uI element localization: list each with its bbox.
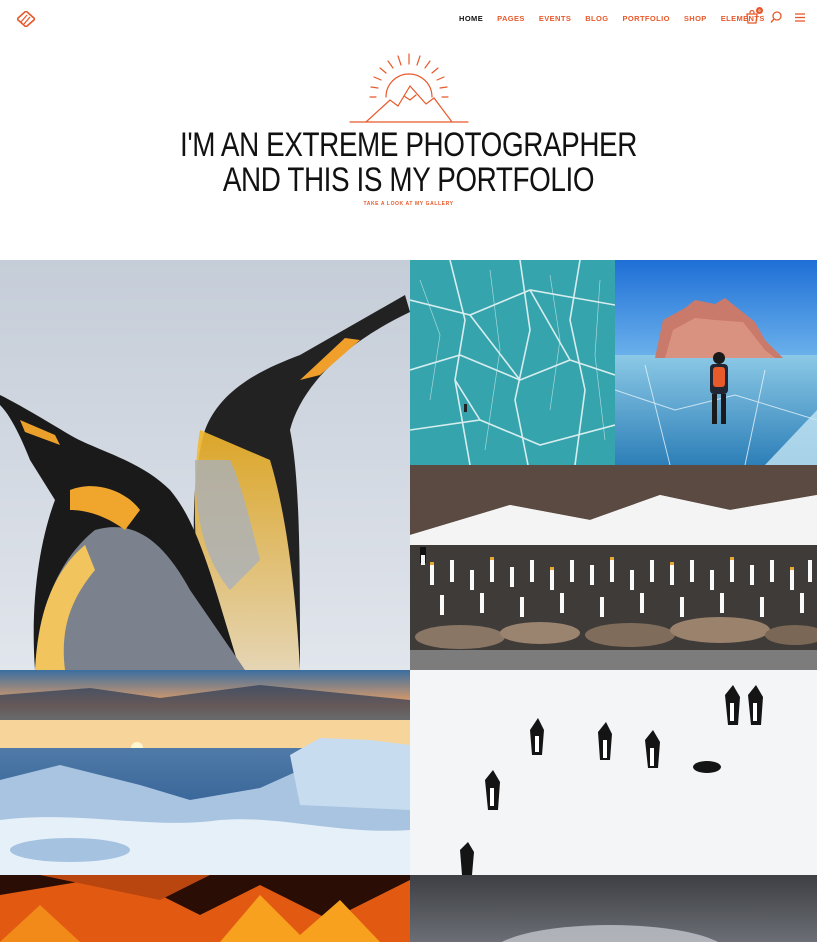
- gallery-item-penguin-colony[interactable]: [410, 465, 817, 670]
- nav-item-shop[interactable]: SHOP: [684, 14, 707, 23]
- header-icons: 0: [745, 7, 817, 24]
- cart-count-badge: 0: [756, 7, 763, 14]
- penguins-snow-image: [410, 670, 817, 875]
- penguins-closeup-image: [0, 260, 410, 670]
- nav-item-portfolio[interactable]: PORTFOLIO: [623, 14, 670, 23]
- gallery-item-icy-sunset[interactable]: [0, 670, 410, 875]
- gallery-item-penguins-snow[interactable]: [410, 670, 817, 875]
- menu-icon[interactable]: [793, 10, 807, 24]
- frozen-lake-hiker-image: [615, 260, 817, 465]
- penguin-colony-image: [410, 465, 817, 670]
- grey-landscape-image: [410, 875, 817, 942]
- gallery-link[interactable]: TAKE A LOOK AT MY GALLERY: [0, 201, 817, 207]
- cart-icon[interactable]: 0: [745, 7, 763, 24]
- mountain-sun-emblem-icon: [346, 52, 472, 124]
- gallery-item-fire[interactable]: [0, 875, 410, 942]
- hero-title-line2: AND THIS IS MY PORTFOLIO: [222, 161, 595, 199]
- cracked-ice-image: [410, 260, 615, 465]
- gallery-item-penguins-closeup[interactable]: [0, 260, 410, 670]
- gallery-item-cracked-ice[interactable]: [410, 260, 615, 465]
- nav-item-blog[interactable]: BLOG: [585, 14, 608, 23]
- fire-image: [0, 875, 410, 942]
- logo-icon[interactable]: [15, 9, 37, 29]
- site-header: HOME PAGES EVENTS BLOG PORTFOLIO SHOP EL…: [0, 0, 817, 40]
- nav-item-home[interactable]: HOME: [459, 14, 483, 23]
- icy-sunset-image: [0, 670, 410, 875]
- nav-item-events[interactable]: EVENTS: [539, 14, 571, 23]
- gallery-item-frozen-lake-hiker[interactable]: [615, 260, 817, 465]
- search-icon[interactable]: [769, 10, 783, 24]
- gallery-item-grey-landscape[interactable]: [410, 875, 817, 942]
- main-nav: HOME PAGES EVENTS BLOG PORTFOLIO SHOP EL…: [459, 14, 779, 23]
- nav-item-pages[interactable]: PAGES: [497, 14, 525, 23]
- hero-title-line1: I'M AN EXTREME PHOTOGRAPHER: [180, 126, 637, 164]
